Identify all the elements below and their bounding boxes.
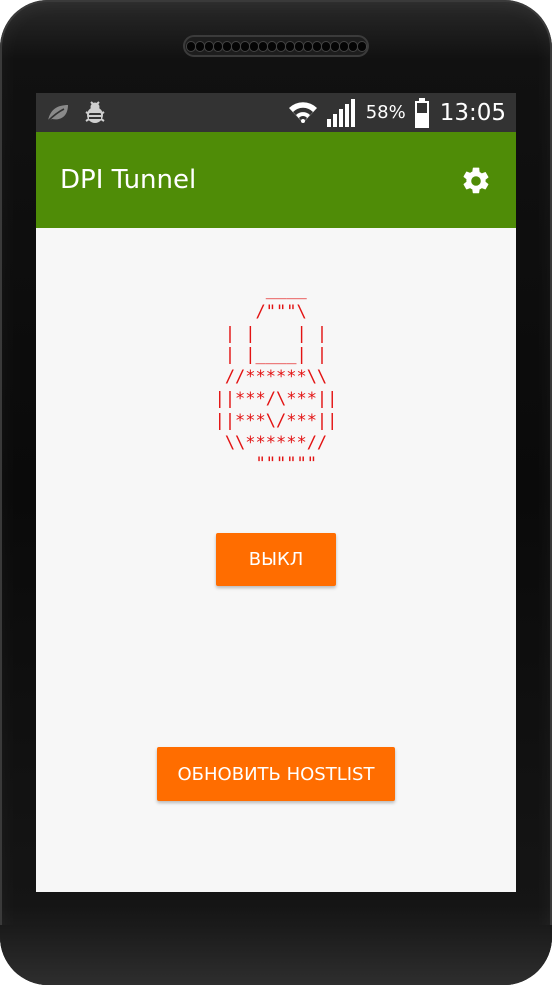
phone-frame: 58% 13:05 DPI Tunnel ____ /"""\ | | | | … [0, 0, 552, 985]
battery-percent: 58% [365, 102, 406, 123]
wifi-icon [288, 101, 317, 123]
toggle-tunnel-button[interactable]: ВЫКЛ [216, 533, 336, 586]
phone-bottom-bezel [0, 925, 552, 985]
signal-icon [326, 98, 355, 127]
battery-icon [414, 97, 429, 128]
gear-icon[interactable] [460, 165, 492, 197]
app-bar: DPI Tunnel [36, 132, 516, 228]
status-bar: 58% 13:05 [36, 93, 516, 132]
bug-icon [85, 100, 105, 123]
leaf-icon [47, 104, 68, 122]
app-title: DPI Tunnel [60, 165, 197, 195]
lock-ascii-art: ____ /"""\ | | | | | |____| | //******\\… [214, 280, 338, 475]
screen: 58% 13:05 DPI Tunnel ____ /"""\ | | | | … [36, 93, 516, 892]
earpiece-speaker [183, 35, 369, 57]
update-hostlist-button[interactable]: ОБНОВИТЬ HOSTLIST [157, 747, 395, 801]
clock-time: 13:05 [439, 99, 506, 126]
main-content: ____ /"""\ | | | | | |____| | //******\\… [36, 228, 516, 892]
